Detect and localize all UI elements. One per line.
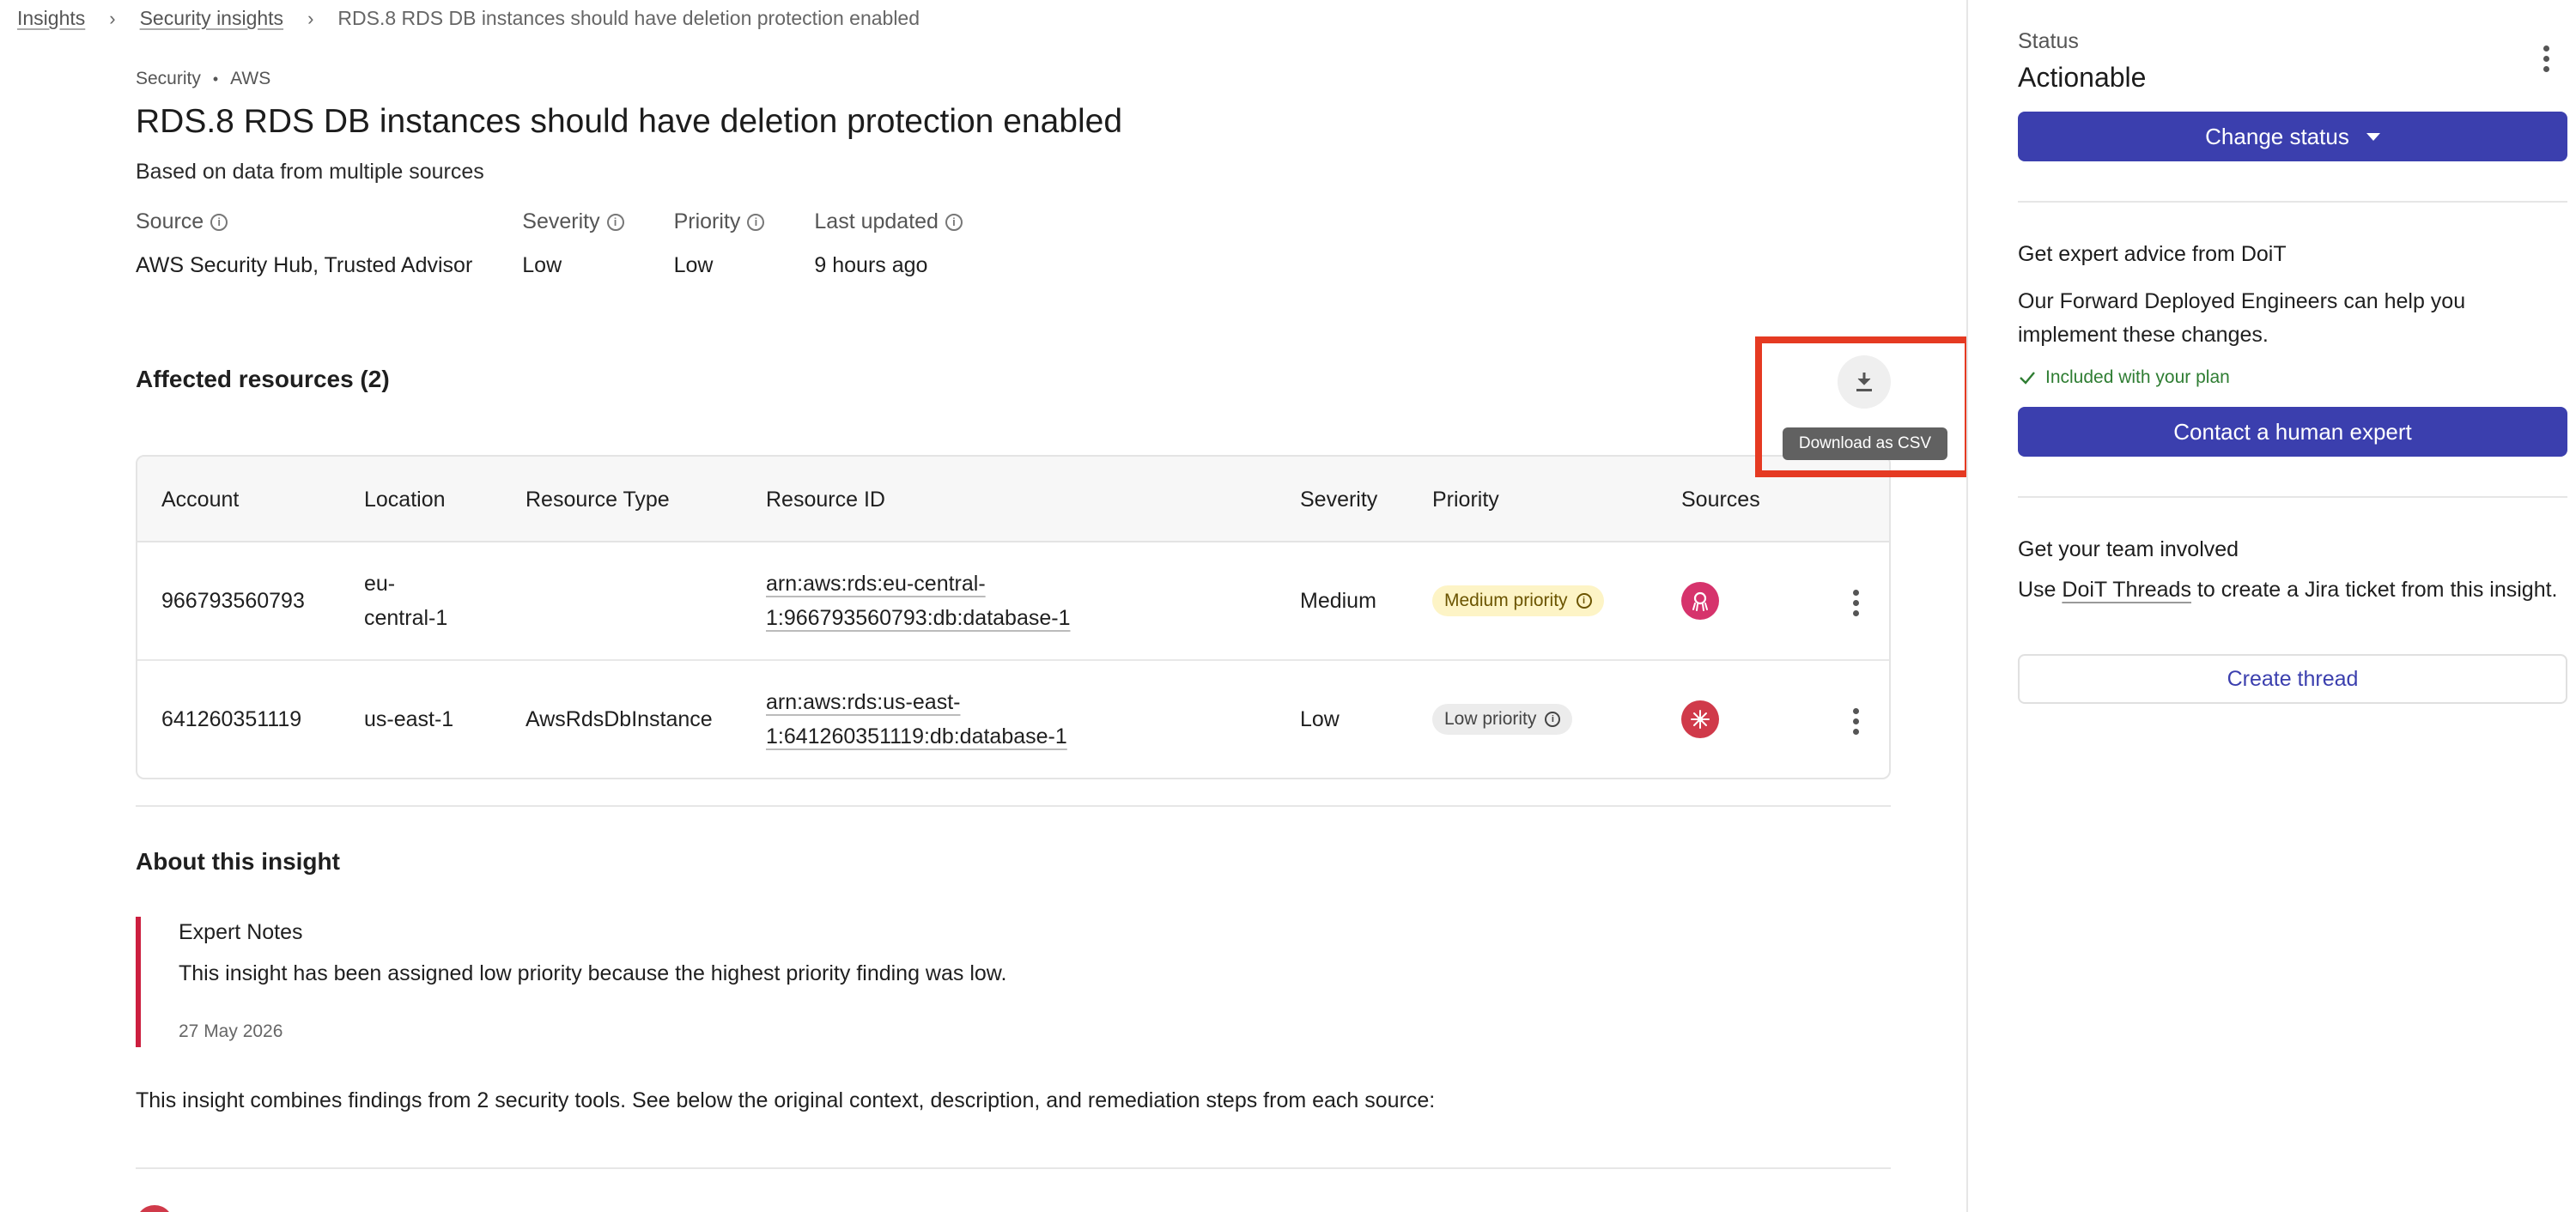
expert-notes: Expert Notes This insight has been assig… [136, 917, 1166, 1047]
section-divider [136, 805, 1891, 807]
priority-chip-low: Low priority i [1432, 704, 1573, 735]
cell-resource-id-link[interactable]: arn:aws:rds:us-east- 1:641260351119:db:d… [766, 685, 1067, 754]
main-content: Insights › Security insights › RDS.8 RDS… [0, 0, 1971, 1212]
download-csv-button[interactable] [1838, 355, 1891, 409]
priority-label: Priority [673, 209, 741, 233]
cell-location: eu- central-1 [364, 572, 448, 630]
column-header-sources[interactable]: Sources [1681, 488, 1760, 512]
table-row: 966793560793 eu- central-1 arn:aws:rds:e… [137, 542, 1889, 661]
meta-priority: Priority i Low [674, 209, 765, 278]
chevron-right-icon: › [109, 7, 116, 29]
cell-severity: Medium [1300, 589, 1376, 613]
breadcrumb-current: RDS.8 RDS DB instances should have delet… [337, 7, 920, 29]
row-actions-kebab-icon[interactable] [1843, 702, 1868, 740]
column-header-resource-type[interactable]: Resource Type [526, 488, 670, 512]
cell-resource-type: AwsRdsDbInstance [526, 707, 713, 731]
chevron-right-icon: › [307, 7, 314, 29]
affected-resources-title: Affected resources (2) [136, 366, 390, 392]
priority-value: Low [673, 253, 714, 277]
column-header-priority[interactable]: Priority [1432, 488, 1499, 512]
expert-advice-body: Our Forward Deployed Engineers can help … [2018, 289, 2466, 347]
check-icon [2020, 372, 2035, 385]
download-tooltip: Download as CSV [1783, 427, 1947, 460]
status-label: Status [2018, 29, 2079, 53]
team-involved-title: Get your team involved [2018, 537, 2239, 561]
column-header-location[interactable]: Location [364, 488, 446, 512]
info-icon[interactable]: i [210, 213, 228, 231]
insight-meta: Source i AWS Security Hub, Trusted Adviso… [136, 209, 1012, 278]
info-icon[interactable]: i [1545, 712, 1561, 727]
status-value: Actionable [2018, 62, 2147, 93]
combined-findings-text: This insight combines findings from 2 se… [136, 1088, 1436, 1112]
separator-dot: • [212, 70, 219, 88]
expert-notes-title: Expert Notes [179, 920, 303, 944]
provider-label: AWS [230, 69, 271, 88]
create-thread-button[interactable]: Create thread [2018, 654, 2567, 704]
panel-divider [2018, 496, 2567, 498]
download-icon [1856, 373, 1872, 391]
cell-location: us-east-1 [364, 707, 454, 731]
column-header-resource-id[interactable]: Resource ID [766, 488, 885, 512]
affected-resources-table: Account Location Resource Type Resource … [136, 455, 1891, 779]
column-header-severity[interactable]: Severity [1300, 488, 1377, 512]
insight-category: Security • AWS [136, 69, 270, 89]
page-title: RDS.8 RDS DB instances should have delet… [136, 103, 1123, 140]
contact-expert-button[interactable]: Contact a human expert [2018, 407, 2567, 457]
severity-label: Severity [522, 209, 600, 233]
expert-advice-title: Get expert advice from DoiT [2018, 242, 2287, 266]
expert-notes-body: This insight has been assigned low prior… [179, 961, 1007, 985]
info-icon[interactable]: i [1576, 593, 1592, 609]
table-row: 641260351119 us-east-1 AwsRdsDbInstance … [137, 661, 1889, 778]
cell-account: 966793560793 [161, 589, 305, 613]
info-icon[interactable]: i [945, 213, 963, 231]
cell-severity: Low [1300, 707, 1340, 731]
meta-source: Source i AWS Security Hub, Trusted Adviso… [136, 209, 472, 278]
source-value: AWS Security Hub, Trusted Advisor [136, 253, 473, 277]
caret-down-icon [2366, 132, 2380, 141]
trusted-advisor-icon[interactable] [1681, 582, 1719, 620]
included-with-plan: Included with your plan [2018, 367, 2230, 388]
breadcrumb: Insights › Security insights › RDS.8 RDS… [17, 7, 920, 30]
status-side-panel: Status Actionable Change status Get expe… [1966, 0, 2576, 1212]
category-label: Security [136, 69, 201, 88]
cell-resource-id-link[interactable]: arn:aws:rds:eu-central- 1:966793560793:d… [766, 567, 1071, 635]
last-updated-value: 9 hours ago [814, 253, 928, 277]
change-status-button[interactable]: Change status [2018, 112, 2567, 161]
panel-divider [2018, 201, 2567, 203]
expert-notes-date: 27 May 2026 [179, 1021, 283, 1041]
last-updated-label: Last updated [814, 209, 939, 233]
info-icon[interactable]: i [606, 213, 624, 231]
source-logo-icon [136, 1205, 173, 1212]
breadcrumb-link-security-insights[interactable]: Security insights [140, 7, 283, 30]
meta-last-updated: Last updated i 9 hours ago [814, 209, 963, 278]
table-header: Account Location Resource Type Resource … [137, 457, 1889, 542]
about-insight-title: About this insight [136, 848, 340, 875]
meta-severity: Severity i Low [522, 209, 624, 278]
security-hub-icon[interactable] [1681, 700, 1719, 738]
info-icon[interactable]: i [747, 213, 765, 231]
row-actions-kebab-icon[interactable] [1843, 584, 1868, 621]
doit-threads-link[interactable]: DoiT Threads [2062, 578, 2191, 602]
source-label: Source [136, 209, 204, 233]
cell-account: 641260351119 [161, 707, 302, 731]
column-header-account[interactable]: Account [161, 488, 239, 512]
team-involved-body: Use DoiT Threads to create a Jira ticket… [2018, 578, 2558, 602]
page-subtitle: Based on data from multiple sources [136, 160, 484, 184]
breadcrumb-link-insights[interactable]: Insights [17, 7, 85, 30]
more-options-kebab-icon[interactable] [2533, 41, 2559, 76]
priority-chip-medium: Medium priority i [1432, 585, 1604, 616]
severity-value: Low [522, 253, 562, 277]
section-divider [136, 1167, 1891, 1169]
